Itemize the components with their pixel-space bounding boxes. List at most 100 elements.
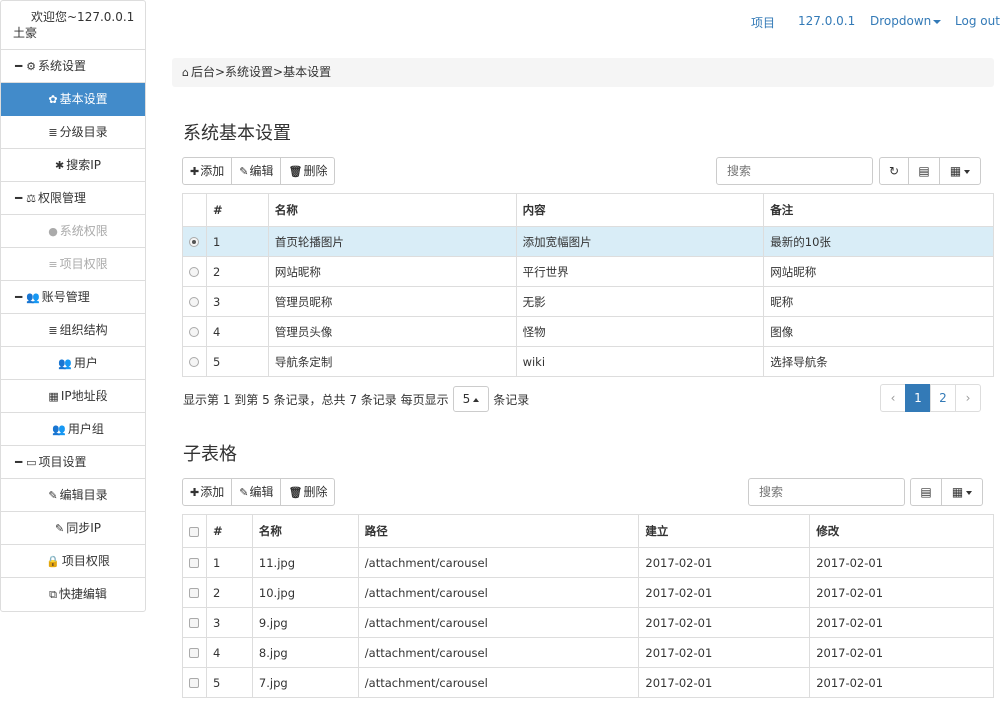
table-cell: /attachment/carousel	[357, 637, 640, 668]
table-cell: 4	[205, 316, 269, 347]
row-checkbox-cell[interactable]	[182, 547, 207, 578]
nav-host-link[interactable]: 127.0.0.1	[798, 14, 855, 28]
table-row[interactable]: 1 11.jpg /attachment/carousel 2017-02-01…	[182, 547, 994, 578]
edit-button[interactable]: ✎编辑	[231, 478, 282, 506]
toolbar: ✚添加 ✎编辑 🗑删除	[182, 157, 336, 185]
table-row[interactable]: 1 首页轮播图片 添加宽幅图片 最新的10张	[182, 226, 994, 257]
edit-button[interactable]: ✎编辑	[231, 157, 282, 185]
sidebar-item-category[interactable]: ≣ 分级目录	[1, 116, 145, 149]
row-checkbox[interactable]	[189, 558, 199, 568]
row-checkbox[interactable]	[189, 678, 199, 688]
column-header[interactable]: #	[205, 514, 253, 548]
subtable-search-input[interactable]	[748, 478, 905, 506]
toggle-view-button[interactable]: ▤	[910, 478, 942, 506]
row-checkbox[interactable]	[189, 588, 199, 598]
sidebar-item-org-structure[interactable]: ≣ 组织结构	[1, 314, 145, 347]
sidebar-item-basic-settings[interactable]: ✿ 基本设置	[1, 83, 145, 116]
column-header[interactable]: 路径	[357, 514, 640, 548]
bug-icon: ✱	[55, 159, 65, 172]
table-row[interactable]: 2 10.jpg /attachment/carousel 2017-02-01…	[182, 577, 994, 608]
column-header[interactable]: 备注	[763, 193, 994, 227]
toggle-view-button[interactable]: ▤	[908, 157, 940, 185]
delete-button[interactable]: 🗑删除	[280, 157, 336, 185]
table-row[interactable]: 3 9.jpg /attachment/carousel 2017-02-01 …	[182, 607, 994, 638]
table-row[interactable]: 5 7.jpg /attachment/carousel 2017-02-01 …	[182, 667, 994, 698]
table-cell: 2017-02-01	[638, 667, 811, 698]
row-radio-cell[interactable]	[182, 316, 207, 347]
table-options: ↻ ▤ ▦	[879, 157, 981, 185]
table-row[interactable]: 4 8.jpg /attachment/carousel 2017-02-01 …	[182, 637, 994, 668]
table-row[interactable]: 3 管理员昵称 无影 昵称	[182, 286, 994, 317]
sidebar-item-users[interactable]: 👥 用户	[1, 347, 145, 380]
subtable-options: ▤ ▦	[910, 478, 983, 506]
row-checkbox[interactable]	[189, 648, 199, 658]
table-cell: 10.jpg	[251, 577, 359, 608]
table-row[interactable]: 5 导航条定制 wiki 选择导航条	[182, 346, 994, 377]
row-checkbox-cell[interactable]	[182, 637, 207, 668]
row-checkbox[interactable]	[189, 618, 199, 628]
column-header[interactable]: 修改	[809, 514, 994, 548]
list-view-icon: ▤	[920, 485, 932, 499]
column-header[interactable]: 内容	[515, 193, 765, 227]
sidebar-group-label: 系统设置	[37, 59, 86, 73]
sidebar-item-label: 快捷编辑	[58, 587, 107, 601]
row-radio[interactable]	[189, 297, 199, 307]
list-icon: ≣	[48, 324, 58, 337]
table-row[interactable]: 4 管理员头像 怪物 图像	[182, 316, 994, 347]
row-checkbox-cell[interactable]	[182, 667, 207, 698]
refresh-button[interactable]: ↻	[879, 157, 909, 185]
row-radio[interactable]	[189, 267, 199, 277]
section-title-subtable: 子表格	[183, 444, 237, 465]
sidebar-item-ip-range[interactable]: ▦ IP地址段	[1, 380, 145, 413]
sidebar-item-quick-edit[interactable]: ⧉ 快捷编辑	[1, 578, 145, 611]
next-page-button[interactable]: ›	[955, 384, 981, 412]
sidebar-item-label: 用户组	[67, 422, 104, 436]
row-radio[interactable]	[189, 237, 199, 247]
page-button-2[interactable]: 2	[930, 384, 956, 412]
select-all-cell[interactable]	[182, 514, 207, 548]
nav-logout-link[interactable]: Log out	[955, 14, 1000, 28]
settings-table: # 名称 内容 备注 1 首页轮播图片 添加宽幅图片 最新的10张 2 网站昵称…	[182, 193, 994, 377]
table-cell: 怪物	[515, 316, 765, 347]
row-radio-cell[interactable]	[182, 286, 207, 317]
breadcrumb: ⌂ 后台>系统设置>基本设置	[172, 58, 994, 87]
search-input[interactable]	[716, 157, 873, 185]
sidebar-group-system[interactable]: ━ ⚙ 系统设置	[1, 50, 145, 83]
add-button[interactable]: ✚添加	[182, 157, 233, 185]
row-checkbox-cell[interactable]	[182, 577, 207, 608]
table-cell: 2017-02-01	[638, 547, 811, 578]
prev-page-button[interactable]: ‹	[880, 384, 906, 412]
sidebar-group-projects[interactable]: ━ ▭ 项目设置	[1, 446, 145, 479]
sidebar-item-sync-ip[interactable]: ✎ 同步IP	[1, 512, 145, 545]
row-radio[interactable]	[189, 327, 199, 337]
column-header[interactable]: 名称	[251, 514, 359, 548]
row-radio-cell[interactable]	[182, 256, 207, 287]
page-button-1[interactable]: 1	[905, 384, 931, 412]
sidebar-group-accounts[interactable]: ━ 👥 账号管理	[1, 281, 145, 314]
sidebar-item-user-groups[interactable]: 👥 用户组	[1, 413, 145, 446]
select-all-checkbox[interactable]	[189, 526, 199, 537]
sidebar-item-search-ip[interactable]: ✱ 搜索IP	[1, 149, 145, 182]
nav-dropdown[interactable]: Dropdown	[870, 14, 942, 28]
delete-button[interactable]: 🗑删除	[280, 478, 336, 506]
sidebar-item-label: 组织结构	[59, 323, 108, 337]
columns-button[interactable]: ▦	[939, 157, 981, 185]
page-size-select[interactable]: 5	[452, 386, 490, 412]
column-header[interactable]: 名称	[267, 193, 517, 227]
sidebar-item-edit-directory[interactable]: ✎ 编辑目录	[1, 479, 145, 512]
row-radio-cell[interactable]	[182, 346, 207, 377]
columns-button[interactable]: ▦	[941, 478, 983, 506]
nav-project-link[interactable]: 项目	[751, 14, 775, 31]
column-header[interactable]: #	[205, 193, 269, 227]
row-radio-cell[interactable]	[182, 226, 207, 257]
row-radio[interactable]	[189, 357, 199, 367]
table-row[interactable]: 2 网站昵称 平行世界 网站昵称	[182, 256, 994, 287]
sidebar-item-project-permissions[interactable]: 🔒 项目权限	[1, 545, 145, 578]
sidebar-item-label: IP地址段	[60, 389, 108, 403]
add-button[interactable]: ✚添加	[182, 478, 233, 506]
row-checkbox-cell[interactable]	[182, 607, 207, 638]
table-cell: 添加宽幅图片	[515, 226, 765, 257]
sidebar-item-label: 项目权限	[59, 257, 108, 271]
sidebar-group-permissions[interactable]: ━ ⚖ 权限管理	[1, 182, 145, 215]
column-header[interactable]: 建立	[638, 514, 811, 548]
